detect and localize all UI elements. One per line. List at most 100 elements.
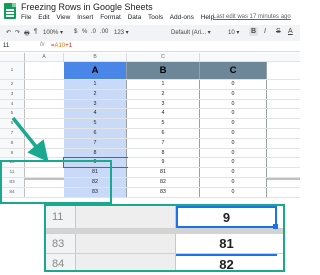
italic-button[interactable]: I [264,28,266,35]
header-cell[interactable]: C [200,62,267,79]
table-cell[interactable]: 7 [64,138,127,148]
zoom-selected-cell[interactable]: 9 [176,206,278,229]
strikethrough-button[interactable]: S [276,28,281,35]
table-cell[interactable]: 0 [200,109,267,119]
header-row: 1 ABC [0,62,300,80]
zoom-value-cell[interactable]: 81 [176,234,277,253]
table-cell[interactable]: 6 [64,129,127,138]
table-cell[interactable]: 82 [127,178,200,187]
row-number[interactable]: 3 [0,89,25,99]
table-cell[interactable]: 8 [127,148,200,158]
row-number[interactable]: 2 [0,80,25,89]
menu-edit[interactable]: Edit [38,14,49,21]
text-color-button[interactable]: A [288,28,293,35]
menu-data[interactable]: Data [128,14,142,21]
table-cell[interactable]: 81 [127,168,200,177]
font-size-select[interactable]: 10 ▾ [228,29,239,36]
table-cell[interactable]: 3 [127,99,200,109]
table-cell[interactable]: 0 [200,119,267,128]
table-cell[interactable]: 5 [127,119,200,128]
table-cell[interactable]: 0 [200,158,267,168]
table-cell[interactable]: 2 [64,89,127,99]
table-cell[interactable]: 0 [200,99,267,109]
table-cell[interactable]: 83 [127,187,200,197]
last-edit-link[interactable]: Last edit was 17 minutes ago [213,14,291,20]
column-header-c[interactable]: C [127,53,200,62]
number-format-select[interactable]: 123 ▾ [114,29,129,36]
table-cell[interactable]: 0 [200,89,267,99]
row-number[interactable]: 9 [0,148,25,158]
table-cell[interactable]: 0 [200,168,267,177]
menu-view[interactable]: View [56,14,70,21]
row-number[interactable]: 4 [0,99,25,109]
menu-insert[interactable]: Insert [77,14,93,21]
redo-icon[interactable]: ↷ [15,29,20,36]
table-cell[interactable]: 0 [200,80,267,89]
zoom-value-cell[interactable]: 82 [176,254,277,270]
menu-addons[interactable]: Add-ons [170,14,194,21]
menu-bar: File Edit View Insert Format Data Tools … [21,14,219,21]
zoomed-detail-panel: 11 9 83 81 84 82 [44,204,285,272]
table-row: 8770 [0,138,300,149]
zoom-row-number: 11 [46,206,76,228]
document-title[interactable]: Freezing Rows in Google Sheets [21,2,153,12]
row-number[interactable]: 8 [0,138,25,148]
increase-decimal-button[interactable]: .00 [100,29,108,35]
currency-button[interactable]: $ [74,29,77,35]
highlight-box [0,160,112,204]
row-number[interactable]: 5 [0,109,25,119]
table-row: 4330 [0,99,300,110]
zoom-empty-cell [76,254,176,270]
table-cell[interactable]: 3 [64,99,127,109]
table-cell[interactable]: 0 [200,138,267,148]
table-cell[interactable]: 2 [127,89,200,99]
column-header-a[interactable]: A [25,53,64,62]
table-cell[interactable]: 1 [127,80,200,89]
percent-button[interactable]: % [82,29,87,35]
undo-icon[interactable]: ↶ [6,29,11,36]
zoom-select[interactable]: 100% ▾ [43,29,63,36]
table-cell[interactable]: 0 [200,178,267,187]
column-header-row: A B C [0,53,300,62]
table-row: 9880 [0,148,300,159]
row-number[interactable]: 6 [0,119,25,128]
formula-input[interactable]: =A10+1 [51,43,72,49]
table-cell[interactable]: 6 [127,129,200,138]
table-cell[interactable]: 1 [64,80,127,89]
column-header-b[interactable]: B [64,53,127,62]
zoom-empty-cell [76,234,176,253]
bold-button[interactable]: B [249,27,259,36]
zoom-row-number: 83 [46,234,76,253]
menu-tools[interactable]: Tools [148,14,163,21]
fx-icon: fx [40,42,45,48]
table-cell[interactable]: 4 [127,109,200,119]
table-cell[interactable]: 0 [200,148,267,158]
zoom-row-number: 84 [46,254,76,270]
table-cell[interactable]: 8 [64,148,127,158]
toolbar: ↶ ↷ 🖶 ¶ 100% ▾ $ % .0 .00 123 ▾ Default … [0,25,300,41]
decrease-decimal-button[interactable]: .0 [91,29,96,35]
zoom-row-83: 83 81 [46,234,283,254]
formula-reference: A10 [54,43,66,49]
paint-format-icon[interactable]: ¶ [34,29,37,35]
header-cell[interactable]: B [127,62,200,79]
sheets-logo-icon[interactable] [4,3,16,19]
table-cell[interactable]: 0 [200,187,267,197]
menu-file[interactable]: File [21,14,31,21]
name-box[interactable]: 11 [3,43,9,49]
row-number[interactable]: 1 [0,62,25,79]
print-icon[interactable]: 🖶 [24,29,30,39]
table-cell[interactable]: 5 [64,119,127,128]
header-cell[interactable]: A [64,62,127,79]
zoom-row-84: 84 82 [46,254,283,270]
table-cell[interactable]: 4 [64,109,127,119]
table-cell[interactable]: 0 [200,129,267,138]
select-all-corner[interactable] [0,53,25,61]
menu-format[interactable]: Format [100,14,121,21]
table-row: 6550 [0,119,300,129]
table-row: 7660 [0,129,300,139]
table-cell[interactable]: 9 [127,158,200,168]
row-number[interactable]: 7 [0,129,25,138]
table-cell[interactable]: 7 [127,138,200,148]
font-family-select[interactable]: Default (Ari... ▾ [171,29,211,36]
